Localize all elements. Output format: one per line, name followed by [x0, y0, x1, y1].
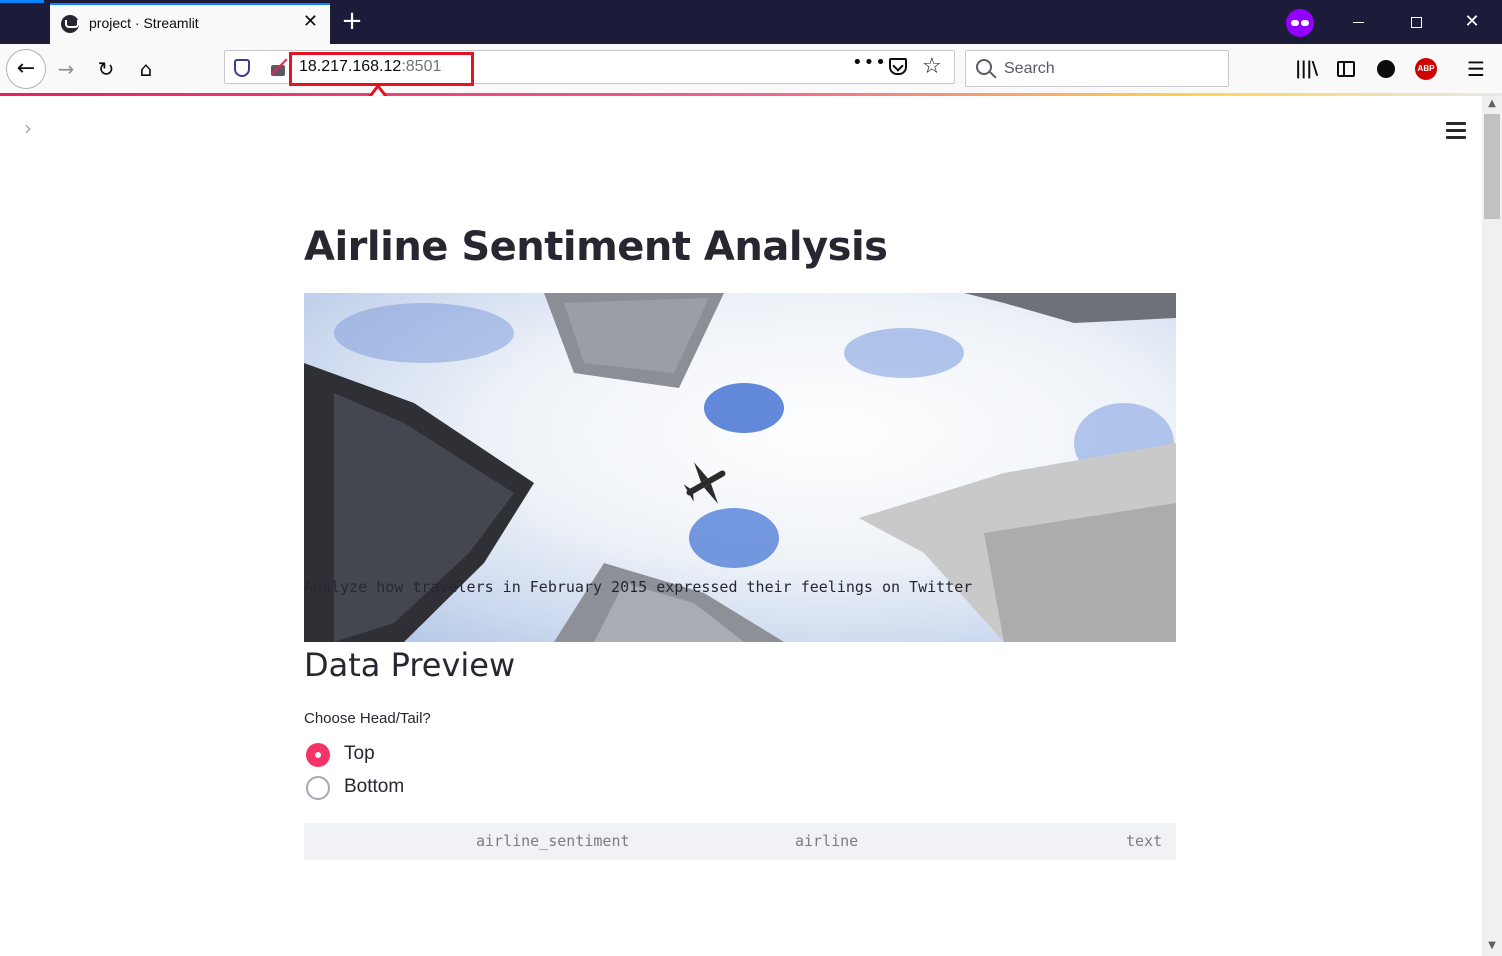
navigation-toolbar: ← → ↻ ⌂ 18.217.168.12:8501 ••• ☆ Search … — [0, 44, 1502, 94]
menu-icon[interactable]: ☰ — [1458, 51, 1494, 87]
sidebar-toggle-chevron-icon[interactable]: › — [24, 116, 32, 140]
active-tab[interactable]: project · Streamlit ✕ — [50, 3, 330, 44]
bookmark-star-icon[interactable]: ☆ — [922, 54, 942, 80]
tab-strip: project · Streamlit ✕ + ✕ — [0, 0, 1502, 44]
tab-strip-accent — [0, 0, 44, 3]
url-annotation-box — [289, 52, 474, 86]
tab-title: project · Streamlit — [89, 15, 199, 31]
search-placeholder: Search — [1004, 60, 1055, 77]
library-icon[interactable]: |||\ — [1288, 51, 1324, 87]
page-title: Airline Sentiment Analysis — [304, 224, 888, 270]
app-caption: Analyze how travelers in February 2015 e… — [304, 578, 973, 596]
search-icon — [976, 59, 992, 75]
pocket-icon[interactable] — [889, 58, 907, 75]
search-bar[interactable]: Search — [965, 50, 1229, 87]
close-window-button[interactable]: ✕ — [1452, 8, 1492, 36]
radio-option-label: Top — [344, 743, 375, 764]
radio-option-label: Bottom — [344, 776, 405, 797]
private-browsing-icon — [1286, 9, 1314, 37]
insecure-lock-icon[interactable] — [269, 58, 288, 76]
reload-icon: ↻ — [97, 57, 115, 81]
radio-checked-icon[interactable] — [306, 743, 330, 767]
streamlit-favicon-icon — [61, 15, 79, 33]
column-header[interactable]: airline — [795, 832, 858, 850]
reload-button[interactable]: ↻ — [88, 51, 124, 87]
tab-close-icon[interactable]: ✕ — [303, 12, 318, 32]
column-header[interactable]: airline_sentiment — [476, 832, 630, 850]
data-table-header: airline_sentiment airline text — [304, 823, 1176, 860]
page-actions-button[interactable]: ••• — [852, 52, 887, 73]
home-button[interactable]: ⌂ — [128, 51, 164, 87]
forward-arrow-icon: → — [57, 57, 75, 81]
radio-group-label: Choose Head/Tail? — [304, 710, 431, 727]
scroll-thumb[interactable] — [1484, 114, 1500, 219]
radio-unchecked-icon[interactable] — [306, 776, 330, 800]
back-button[interactable]: ← — [6, 49, 46, 89]
scroll-up-arrow-icon[interactable]: ▲ — [1482, 96, 1502, 112]
page-scrollbar[interactable]: ▲ ▼ — [1482, 96, 1502, 956]
app-menu-icon[interactable] — [1446, 122, 1466, 139]
forward-button[interactable]: → — [48, 51, 84, 87]
new-tab-button[interactable]: + — [340, 8, 364, 36]
sidebar-icon[interactable] — [1328, 51, 1364, 87]
home-icon: ⌂ — [139, 57, 153, 81]
scroll-down-arrow-icon[interactable]: ▼ — [1482, 938, 1502, 954]
column-header[interactable]: text — [1126, 832, 1162, 850]
maximize-window-button[interactable] — [1396, 8, 1436, 36]
minimize-window-button[interactable] — [1338, 8, 1378, 36]
tracking-shield-icon[interactable] — [234, 59, 250, 77]
section-title: Data Preview — [304, 646, 516, 684]
adblock-icon[interactable]: ABP — [1408, 51, 1444, 87]
back-arrow-icon: ← — [16, 56, 36, 81]
account-icon[interactable] — [1368, 51, 1404, 87]
